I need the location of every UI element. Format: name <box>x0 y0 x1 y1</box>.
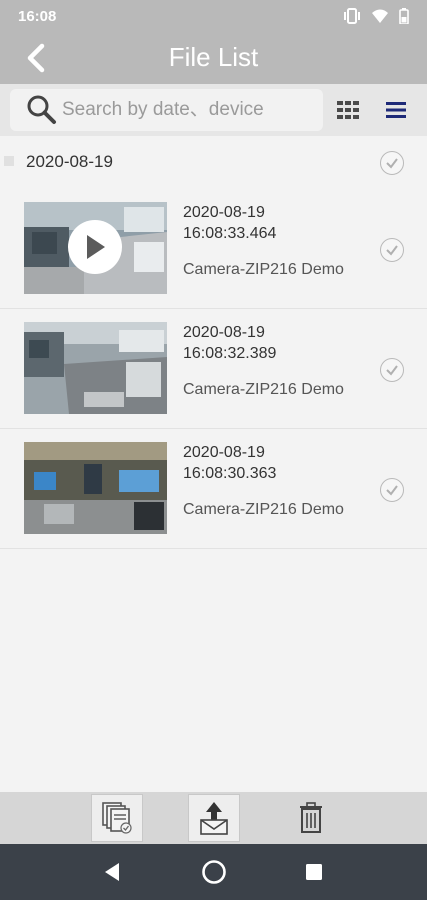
status-bar: 16:08 <box>0 0 427 34</box>
list-view-button[interactable] <box>384 98 408 122</box>
search-box <box>10 89 323 131</box>
image-thumbnail[interactable] <box>24 442 167 534</box>
date-group-header: 2020-08-19 <box>0 136 427 188</box>
search-row <box>0 84 427 136</box>
check-icon <box>386 485 398 496</box>
nav-back-icon <box>105 863 119 881</box>
list-view-icon <box>386 102 406 118</box>
group-marker <box>4 156 14 166</box>
share-button[interactable] <box>188 794 240 842</box>
delete-button[interactable] <box>285 794 337 842</box>
image-thumbnail[interactable] <box>24 322 167 414</box>
item-device: Camera-ZIP216 Demo <box>183 381 344 398</box>
item-select-checkbox[interactable] <box>380 478 404 502</box>
group-select-checkbox[interactable] <box>380 151 404 175</box>
item-device: Camera-ZIP216 Demo <box>183 261 344 278</box>
video-thumbnail[interactable] <box>24 202 167 294</box>
check-icon <box>386 158 398 169</box>
group-date: 2020-08-19 <box>26 152 113 171</box>
battery-icon <box>399 8 409 29</box>
file-list-item[interactable]: 2020-08-19 16:08:30.363 Camera-ZIP216 De… <box>0 434 427 549</box>
system-nav-bar <box>0 844 427 900</box>
play-icon <box>87 235 105 259</box>
item-select-checkbox[interactable] <box>380 238 404 262</box>
nav-home-icon <box>202 860 226 884</box>
select-all-icon <box>102 802 132 834</box>
nav-back-button[interactable] <box>98 858 126 886</box>
item-time: 16:08:30.363 <box>183 465 277 482</box>
title-bar: File List <box>0 34 427 84</box>
bottom-toolbar <box>0 792 427 844</box>
search-input[interactable] <box>62 90 302 130</box>
nav-recents-button[interactable] <box>300 858 328 886</box>
item-date: 2020-08-19 <box>183 204 265 221</box>
status-icons <box>343 8 409 29</box>
share-icon <box>200 802 228 835</box>
check-icon <box>386 245 398 256</box>
page-title: File List <box>168 42 259 72</box>
file-list-item[interactable]: 2020-08-19 16:08:33.464 Camera-ZIP216 De… <box>0 194 427 309</box>
item-time: 16:08:33.464 <box>183 225 277 242</box>
nav-home-button[interactable] <box>200 858 228 886</box>
nav-recents-icon <box>306 864 322 880</box>
search-icon <box>22 89 62 131</box>
check-icon <box>386 365 398 376</box>
item-date: 2020-08-19 <box>183 444 265 461</box>
item-device: Camera-ZIP216 Demo <box>183 501 344 518</box>
play-button[interactable] <box>68 220 122 274</box>
wifi-icon <box>371 8 389 29</box>
vibrate-icon <box>343 8 361 29</box>
item-date: 2020-08-19 <box>183 324 265 341</box>
grid-view-button[interactable] <box>336 98 360 122</box>
status-time: 16:08 <box>18 8 57 25</box>
grid-view-icon <box>337 101 359 119</box>
trash-icon <box>300 802 322 833</box>
select-all-button[interactable] <box>91 794 143 842</box>
item-time: 16:08:32.389 <box>183 345 277 362</box>
item-select-checkbox[interactable] <box>380 358 404 382</box>
file-list-item[interactable]: 2020-08-19 16:08:32.389 Camera-ZIP216 De… <box>0 314 427 429</box>
file-list: 2020-08-19 2020-08-19 16:08:33.464 Camer… <box>0 136 427 792</box>
